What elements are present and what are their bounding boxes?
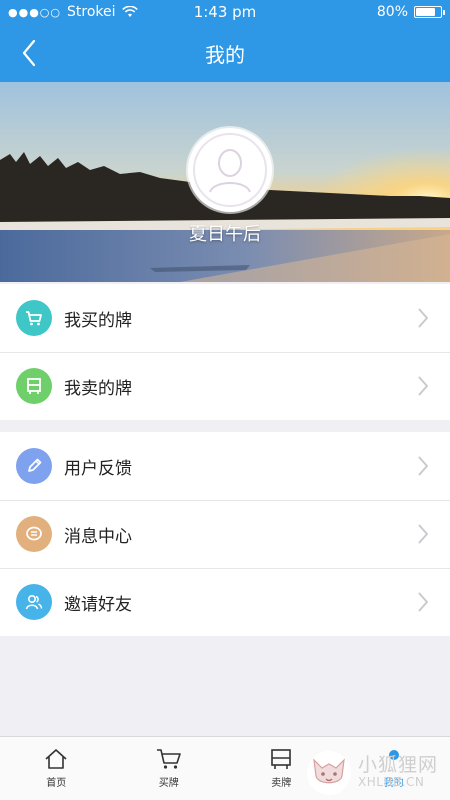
menu-item-messages[interactable]: 消息中心 (0, 500, 450, 568)
chevron-right-icon (408, 456, 438, 476)
tab-label: 首页 (46, 778, 67, 789)
watermark-text-cn: 小狐狸网 (358, 754, 439, 777)
battery-percent: 80% (376, 4, 408, 20)
menu-item-feedback[interactable]: 用户反馈 (0, 432, 450, 500)
users-icon (16, 584, 52, 620)
avatar[interactable] (188, 128, 272, 212)
pencil-icon (16, 448, 52, 484)
carrier-name: Strokei (67, 4, 116, 20)
username: 夏日午后 (189, 224, 261, 245)
cart-icon (156, 749, 181, 769)
menu-item-label: 用户反馈 (64, 458, 132, 479)
chevron-right-icon (408, 376, 438, 396)
status-bar: ●●●○○ Strokei 1:43 pm 80% (0, 0, 450, 24)
tab-label: 买牌 (158, 778, 179, 789)
tab-label: 卖牌 (271, 778, 292, 789)
menu-item-label: 我卖的牌 (64, 378, 132, 399)
message-icon (16, 516, 52, 552)
plate-icon (271, 749, 292, 769)
cart-icon (16, 300, 52, 336)
nav-bar: 我的 (0, 24, 450, 82)
tab-home[interactable]: 首页 (0, 737, 113, 800)
fox-logo-icon (307, 750, 351, 795)
page-title: 我的 (205, 42, 245, 67)
watermark-text-en: XHLHB.CN (358, 775, 425, 790)
tab-buy[interactable]: 买牌 (113, 737, 226, 800)
menu-item-label: 消息中心 (64, 526, 132, 547)
profile-header: 夏日午后 (0, 82, 450, 282)
menu-item-label: 邀请好友 (64, 594, 132, 615)
menu-item-my-purchases[interactable]: 我买的牌 (0, 284, 450, 352)
menu-item-my-sales[interactable]: 我卖的牌 (0, 352, 450, 420)
chevron-right-icon (408, 524, 438, 544)
plate-icon (16, 368, 52, 404)
signal-icon: ●●●○○ (8, 5, 61, 19)
wifi-icon (121, 6, 138, 17)
watermark: 小狐狸网 XHLHB.CN (306, 745, 450, 800)
menu-group-trades: 我买的牌 我卖的牌 (0, 284, 450, 420)
menu-group-account: 用户反馈 消息中心 邀请好友 (0, 432, 450, 636)
chevron-right-icon (408, 592, 438, 612)
status-time: 1:43 pm (193, 3, 257, 21)
home-icon (45, 749, 67, 769)
menu-item-label: 我买的牌 (64, 310, 132, 331)
user-silhouette-icon (193, 133, 267, 207)
chevron-left-icon (22, 39, 36, 67)
chevron-right-icon (408, 308, 438, 328)
menu-item-invite-friends[interactable]: 邀请好友 (0, 568, 450, 636)
battery-icon (414, 6, 445, 18)
back-button[interactable] (12, 36, 46, 70)
